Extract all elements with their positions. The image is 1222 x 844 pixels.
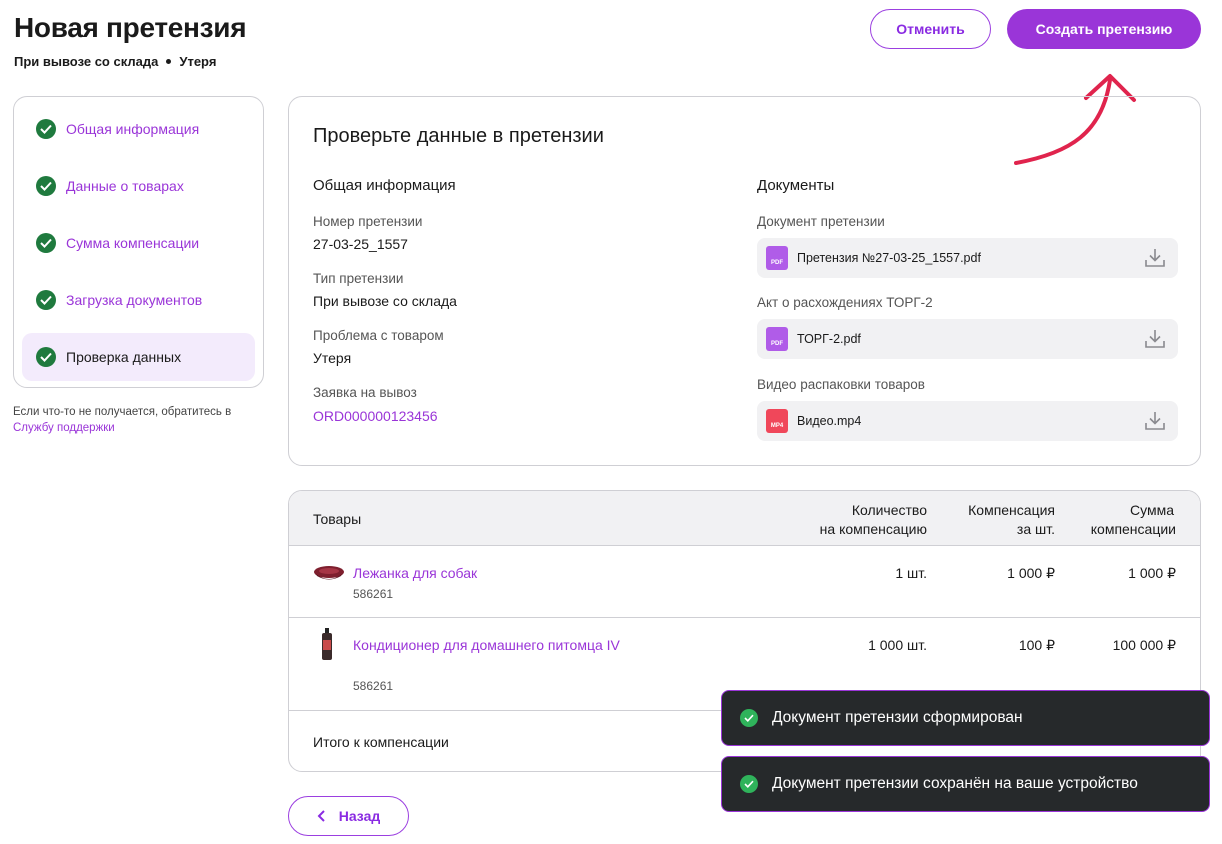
field-label: Тип претензии <box>313 271 404 286</box>
general-info-heading: Общая информация <box>313 177 456 194</box>
step-label: Проверка данных <box>66 349 182 365</box>
file-item[interactable]: MP4 Видео.mp4 <box>757 401 1178 441</box>
page-title: Новая претензия <box>14 12 247 43</box>
check-circle-icon <box>36 347 56 367</box>
cancel-button[interactable]: Отменить <box>870 9 991 49</box>
product-sku: 586261 <box>353 679 394 693</box>
conditioner-bottle-image <box>322 628 332 660</box>
help-message: Если что-то не получается, обратитесь в <box>13 406 232 418</box>
column-header: компенсации <box>1090 521 1176 537</box>
documents-heading: Документы <box>757 177 835 194</box>
download-icon[interactable] <box>1144 410 1166 432</box>
steps-sidebar: Общая информация Данные о товарах Сумма … <box>13 96 264 388</box>
review-title: Проверьте данные в претензии <box>313 125 604 147</box>
total-label: Итого к компенсации <box>313 734 449 750</box>
total-cell: 1 000 ₽ <box>1128 565 1176 581</box>
field-label: Проблема с товаром <box>313 328 444 343</box>
table-row: Лежанка для собак 586261 1 шт. 1 000 ₽ 1… <box>289 546 1200 618</box>
column-header: Компенсация <box>968 502 1055 518</box>
check-circle-icon <box>740 709 758 727</box>
product-sku: 586261 <box>353 587 394 601</box>
column-header: за шт. <box>1016 521 1055 537</box>
step-general-info[interactable]: Общая информация <box>22 105 255 153</box>
toast-notification: Документ претензии сохранён на ваше устр… <box>721 756 1210 812</box>
download-icon[interactable] <box>1144 328 1166 350</box>
claim-type-value: При вывозе со склада <box>313 293 457 309</box>
doc-label: Акт о расхождениях ТОРГ-2 <box>757 295 933 310</box>
chevron-left-icon <box>317 810 325 822</box>
file-name: ТОРГ-2.pdf <box>797 332 861 346</box>
toast-notification: Документ претензии сформирован <box>721 690 1210 746</box>
qty-cell: 1 шт. <box>895 565 927 581</box>
pdf-file-icon: PDF <box>766 246 788 270</box>
doc-label: Документ претензии <box>757 214 885 229</box>
claim-number-value: 27-03-25_1557 <box>313 236 408 252</box>
back-label: Назад <box>338 808 381 824</box>
toast-message: Документ претензии сохранён на ваше устр… <box>772 775 1138 792</box>
field-label: Заявка на вывоз <box>313 385 417 400</box>
field-label: Номер претензии <box>313 214 423 229</box>
step-documents-upload[interactable]: Загрузка документов <box>22 276 255 324</box>
claim-problem-text: Утеря <box>179 54 217 69</box>
step-goods-data[interactable]: Данные о товарах <box>22 162 255 210</box>
check-circle-icon <box>36 176 56 196</box>
table-header: Товары Количество на компенсацию Компенс… <box>289 491 1200 546</box>
qty-cell: 1 000 шт. <box>868 637 927 653</box>
price-cell: 1 000 ₽ <box>1007 565 1055 581</box>
file-item[interactable]: PDF Претензия №27-03-25_1557.pdf <box>757 238 1178 278</box>
step-compensation-sum[interactable]: Сумма компенсации <box>22 219 255 267</box>
column-header: Количество <box>851 502 927 518</box>
column-header: на компенсацию <box>819 521 927 537</box>
step-label: Данные о товарах <box>66 178 184 194</box>
toast-message: Документ претензии сформирован <box>772 709 1023 726</box>
file-item[interactable]: PDF ТОРГ-2.pdf <box>757 319 1178 359</box>
pdf-file-icon: PDF <box>766 327 788 351</box>
check-circle-icon <box>36 119 56 139</box>
doc-label: Видео распаковки товаров <box>757 377 925 392</box>
check-circle-icon <box>740 775 758 793</box>
price-cell: 100 ₽ <box>1018 637 1055 653</box>
total-cell: 100 000 ₽ <box>1112 637 1176 653</box>
product-link[interactable]: Лежанка для собак <box>353 565 477 581</box>
column-header: Сумма <box>1130 502 1174 518</box>
back-button[interactable]: Назад <box>288 796 409 836</box>
video-file-icon: MP4 <box>766 409 788 433</box>
support-link[interactable]: Службу поддержки <box>13 422 115 434</box>
check-circle-icon <box>36 233 56 253</box>
step-label: Общая информация <box>66 121 200 137</box>
pickup-order-link[interactable]: ORD000000123456 <box>313 408 438 424</box>
step-data-check[interactable]: Проверка данных <box>22 333 255 381</box>
file-name: Претензия №27-03-25_1557.pdf <box>797 251 981 265</box>
product-link[interactable]: Кондиционер для домашнего питомца IV <box>353 637 620 653</box>
review-card: Проверьте данные в претензии Общая инфор… <box>288 96 1201 466</box>
claim-type-text: При вывозе со склада <box>14 54 159 69</box>
column-header: Товары <box>313 511 362 527</box>
step-label: Сумма компенсации <box>66 235 200 251</box>
create-claim-button[interactable]: Создать претензию <box>1007 9 1201 49</box>
dog-bed-image <box>314 566 344 580</box>
problem-value: Утеря <box>313 350 352 366</box>
page-subtitle: При вывозе со склада Утеря <box>14 54 216 69</box>
separator-dot <box>166 59 172 64</box>
help-text: Если что-то не получается, обратитесь в … <box>13 404 263 436</box>
check-circle-icon <box>36 290 56 310</box>
file-name: Видео.mp4 <box>797 414 862 428</box>
step-label: Загрузка документов <box>66 292 203 308</box>
download-icon[interactable] <box>1144 247 1166 269</box>
